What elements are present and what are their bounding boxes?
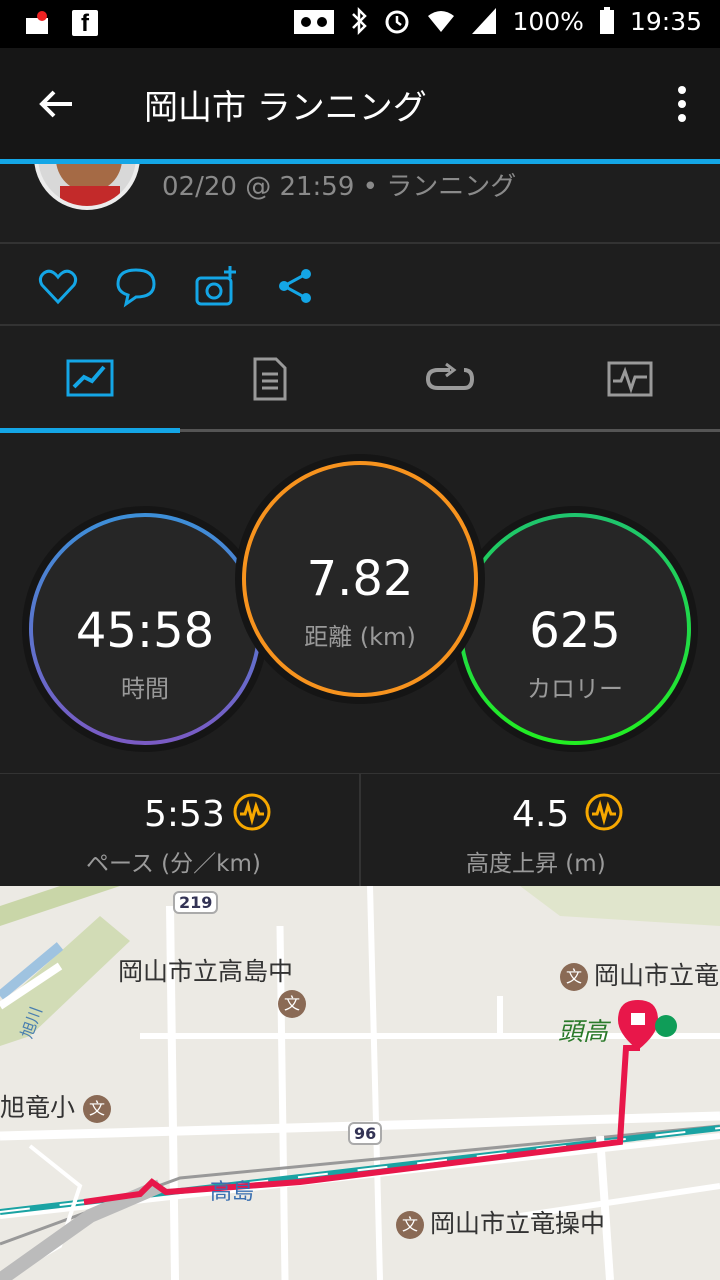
- map-label-ryuso-jhs: 文岡山市立竜操中: [396, 1204, 605, 1240]
- summary-stats: 45:58 時間 7.82 距離 (km) 625 カロリー: [0, 434, 720, 774]
- elevation-stat[interactable]: 4.5 高度上昇 (m): [360, 774, 720, 886]
- performance-icon: [233, 793, 271, 831]
- avatar[interactable]: [34, 164, 140, 210]
- signal-icon: [472, 8, 497, 34]
- map-overview-icon: [66, 359, 114, 397]
- heart-icon[interactable]: [36, 264, 80, 308]
- route-shield-219: 219: [173, 891, 219, 914]
- arrow-back-icon[interactable]: [36, 84, 76, 124]
- wifi-icon: [428, 11, 455, 32]
- tab-laps[interactable]: [360, 326, 540, 432]
- map-label-school: 文岡山市立竜: [560, 956, 719, 992]
- route-shield-96: 96: [348, 1122, 383, 1145]
- laps-icon: [426, 362, 474, 390]
- share-icon[interactable]: [274, 264, 318, 308]
- alarm-icon: [385, 10, 409, 34]
- tab-details[interactable]: [180, 326, 360, 432]
- map-label-takashima-jhs: 岡山市立高島中: [118, 957, 294, 986]
- map-label-asahi: 旭竜小文: [0, 1088, 117, 1124]
- distance-stat[interactable]: 7.82 距離 (km): [244, 463, 476, 695]
- tab-active-indicator: [0, 428, 180, 433]
- voicemail-icon: [294, 10, 335, 34]
- activity-header: 02/20 @ 21:59 • ランニング: [0, 164, 720, 242]
- activity-meta: 02/20 @ 21:59 • ランニング: [162, 172, 517, 202]
- time-value: 45:58: [75, 603, 215, 659]
- distance-value: 7.82: [306, 551, 414, 607]
- tab-overview[interactable]: [0, 326, 180, 432]
- status-bar: f 100% 19:35: [0, 0, 720, 48]
- map-label-station: 高島: [210, 1180, 255, 1205]
- school-icon: 文: [83, 1095, 112, 1123]
- school-icon: 文: [396, 1211, 424, 1239]
- notification-icon: [26, 11, 48, 34]
- pace-label: ペース (分／km): [86, 851, 261, 877]
- divider: [359, 774, 361, 886]
- clock: 19:35: [629, 6, 702, 36]
- map-background: [0, 886, 720, 1280]
- comment-icon[interactable]: [114, 264, 158, 308]
- end-marker-icon[interactable]: [618, 1000, 658, 1050]
- pace-value: 5:53: [144, 794, 225, 835]
- route-map[interactable]: 219 96 岡山市立高島中 文 文岡山市立竜 頭高 旭竜小文 高島 文岡山市立…: [0, 886, 720, 1280]
- app-bar: 岡山市 ランニング: [0, 48, 720, 160]
- time-label: 時間: [121, 675, 169, 703]
- bluetooth-icon: [352, 6, 368, 36]
- tab-bar: [0, 326, 720, 432]
- tab-charts[interactable]: [540, 326, 720, 432]
- time-stat[interactable]: 45:58 時間: [31, 515, 259, 743]
- more-vert-icon[interactable]: [674, 84, 690, 124]
- map-label-tokoko: 頭高: [558, 1017, 609, 1046]
- details-list-icon: [253, 357, 287, 401]
- calories-label: カロリー: [527, 675, 623, 703]
- chart-icon: [607, 361, 653, 397]
- elevation-value: 4.5: [512, 794, 570, 835]
- distance-label: 距離 (km): [304, 623, 416, 651]
- pace-stat[interactable]: 5:53 ペース (分／km): [0, 774, 360, 886]
- social-actions: [0, 244, 720, 324]
- calories-value: 625: [529, 603, 621, 659]
- calories-stat[interactable]: 625 カロリー: [461, 515, 689, 743]
- elevation-label: 高度上昇 (m): [466, 851, 606, 877]
- facebook-icon: f: [72, 10, 98, 37]
- school-icon: 文: [278, 990, 306, 1018]
- performance-icon: [585, 793, 623, 831]
- add-photo-icon[interactable]: [194, 264, 238, 308]
- battery-percent: 100%: [512, 6, 584, 36]
- battery-icon: [599, 7, 614, 34]
- school-icon: 文: [560, 963, 588, 991]
- map-label: 文: [278, 988, 312, 1018]
- page-title: 岡山市 ランニング: [144, 88, 427, 128]
